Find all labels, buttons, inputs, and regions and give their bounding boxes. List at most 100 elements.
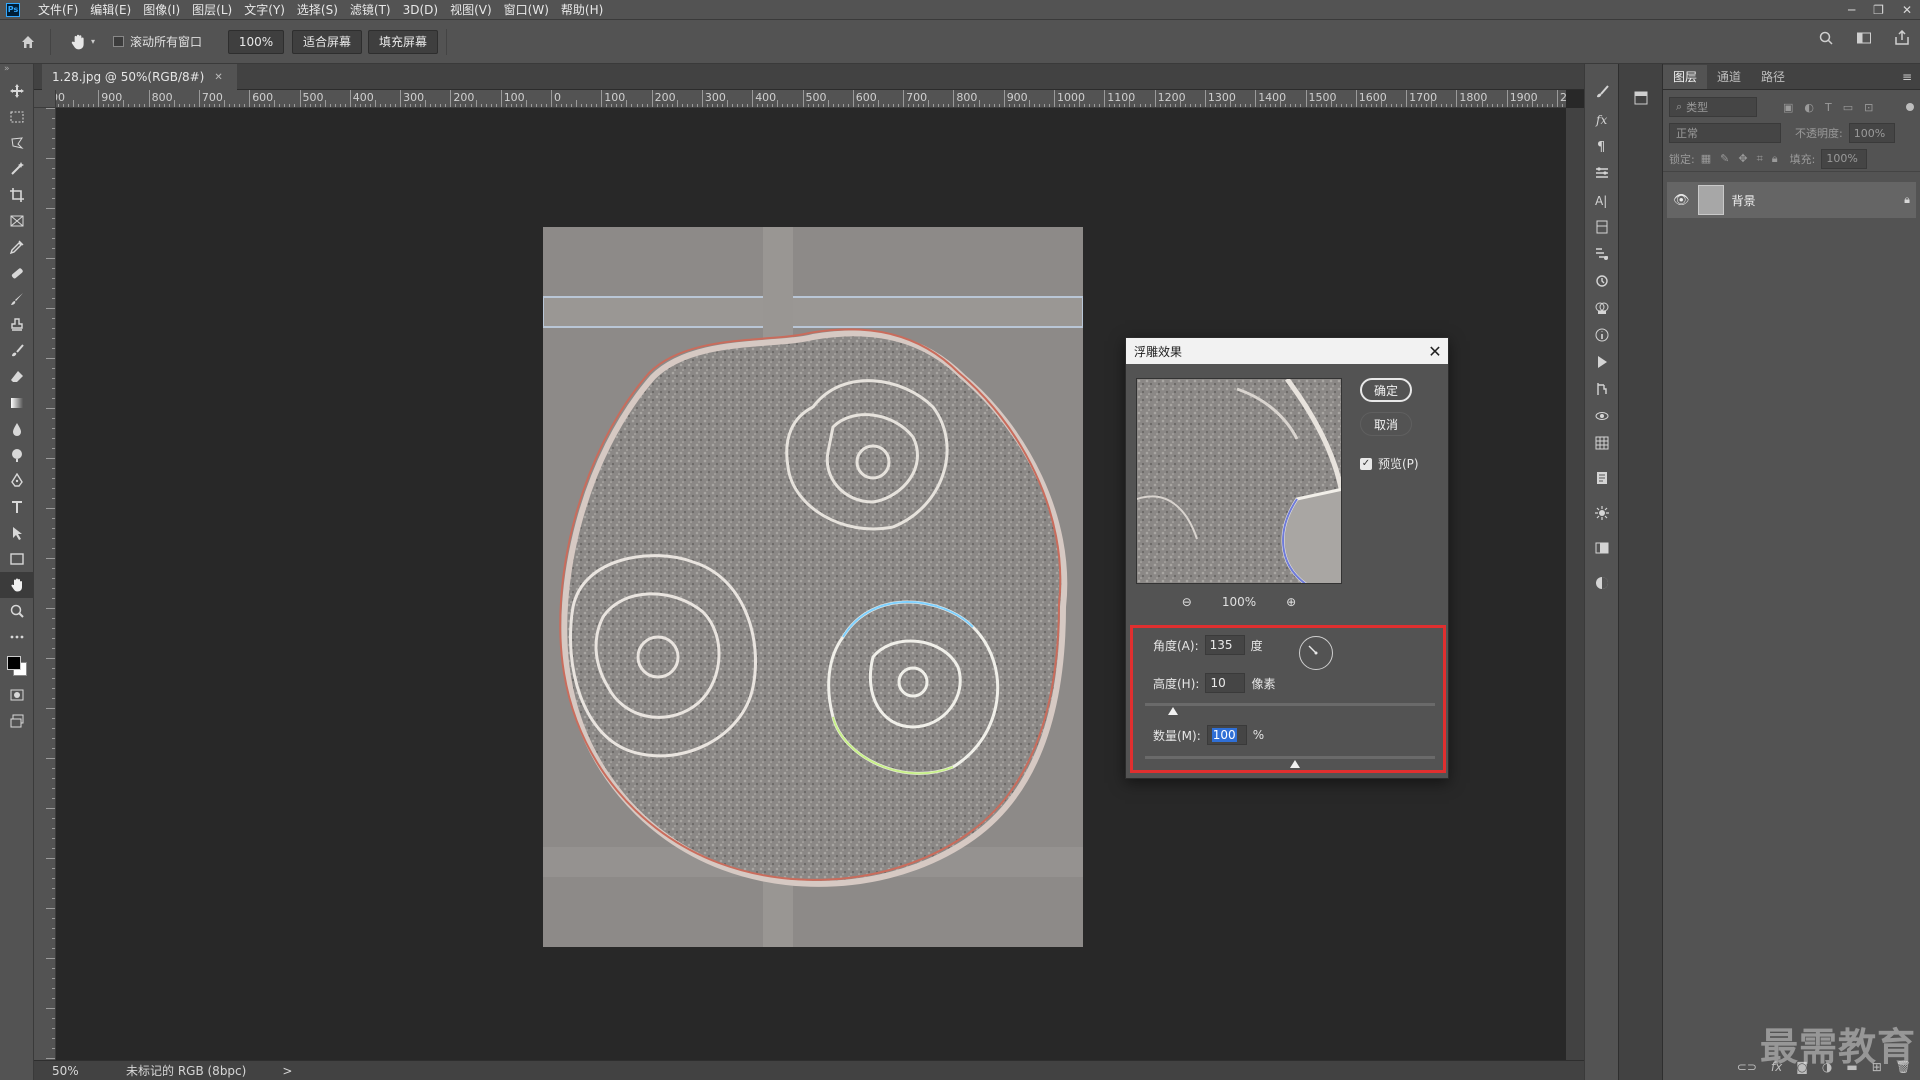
horizontal-ruler[interactable]: 0090080070060050040030020010001002003004… <box>56 90 1566 108</box>
menu-type[interactable]: 文字(Y) <box>238 0 291 20</box>
navigator-icon[interactable] <box>1585 499 1619 526</box>
clone-source-icon[interactable] <box>1585 375 1619 402</box>
frame-tool-icon[interactable] <box>0 208 34 234</box>
layer-filter-select[interactable]: ⌕ 类型 <box>1669 97 1757 117</box>
home-icon[interactable] <box>16 30 40 54</box>
height-slider-thumb[interactable] <box>1168 707 1178 715</box>
opacity-field[interactable]: 100% <box>1848 123 1895 143</box>
angle-dial[interactable] <box>1299 636 1333 670</box>
crop-tool-icon[interactable] <box>0 182 34 208</box>
menu-3d[interactable]: 3D(D) <box>397 0 444 20</box>
amount-slider[interactable] <box>1145 756 1435 759</box>
amount-slider-thumb[interactable] <box>1290 760 1300 768</box>
layer-row-background[interactable]: 👁︎ 背景 🔒︎ <box>1667 182 1916 218</box>
marquee-tool-icon[interactable] <box>0 104 34 130</box>
tool-preset-picker[interactable]: ▾ <box>69 33 95 51</box>
menu-help[interactable]: 帮助(H) <box>555 0 609 20</box>
lock-image-icon[interactable]: ✎ <box>1720 152 1729 166</box>
zoom-100-button[interactable]: 100% <box>228 29 285 54</box>
preview-checkbox[interactable]: ✓ <box>1360 457 1372 470</box>
move-tool-icon[interactable] <box>0 78 34 104</box>
dock-collapse[interactable] <box>1585 64 1618 78</box>
history-brush-icon[interactable] <box>0 338 34 364</box>
eraser-icon[interactable] <box>0 364 34 390</box>
menu-select[interactable]: 选择(S) <box>291 0 344 20</box>
fit-screen-button[interactable]: 适合屏幕 <box>292 29 363 54</box>
lock-artboard-icon[interactable]: ⌗ <box>1757 152 1763 166</box>
magic-wand-icon[interactable] <box>0 156 34 182</box>
actions-play-icon[interactable] <box>1585 348 1619 375</box>
lock-transparent-icon[interactable]: ▦ <box>1701 152 1711 166</box>
document-tab[interactable]: 1.28.jpg @ 50%(RGB/8#) ✕ <box>42 64 237 90</box>
scroll-all-windows-checkbox[interactable] <box>113 36 125 47</box>
zoom-in-icon[interactable]: ⊕ <box>1286 595 1296 609</box>
cancel-button[interactable]: 取消 <box>1360 412 1412 436</box>
status-menu-arrow[interactable]: > <box>282 1064 292 1078</box>
collapse-toolbar-icon[interactable]: » <box>0 64 33 78</box>
zoom-out-icon[interactable]: ⊖ <box>1182 595 1192 609</box>
color-icon[interactable] <box>1585 569 1619 596</box>
character-icon[interactable]: A| <box>1585 186 1619 213</box>
eyedropper-icon[interactable] <box>0 234 34 260</box>
fill-field[interactable]: 100% <box>1821 148 1868 169</box>
3d-icon[interactable] <box>1585 402 1619 429</box>
brush-settings-icon[interactable] <box>1585 78 1619 105</box>
restore-icon[interactable]: ❐ <box>1873 3 1884 17</box>
close-tab-icon[interactable]: ✕ <box>214 72 222 83</box>
amount-input[interactable]: 100 <box>1206 725 1247 745</box>
channels-icon[interactable] <box>1585 294 1619 321</box>
healing-brush-icon[interactable] <box>0 260 34 286</box>
foreground-color-swatch[interactable] <box>7 656 21 670</box>
tab-paths[interactable]: 路径 <box>1751 65 1795 89</box>
ok-button[interactable]: 确定 <box>1360 378 1412 402</box>
libraries-icon[interactable] <box>1585 213 1619 240</box>
visibility-eye-icon[interactable]: 👁︎ <box>1673 193 1690 208</box>
clone-stamp-icon[interactable] <box>0 312 34 338</box>
close-window-icon[interactable]: ✕ <box>1902 3 1912 17</box>
hand-tool-icon[interactable] <box>0 572 34 598</box>
menu-filter[interactable]: 滤镜(T) <box>344 0 397 20</box>
status-zoom[interactable]: 50% <box>52 1064 112 1078</box>
menu-edit[interactable]: 编辑(E) <box>84 0 137 20</box>
fill-screen-button[interactable]: 填充屏幕 <box>368 29 439 54</box>
more-tools-icon[interactable] <box>0 624 34 650</box>
link-layers-icon[interactable]: ⊂⊃ <box>1737 1060 1757 1074</box>
filter-smart-object-icon[interactable]: ⊡ <box>1864 101 1873 114</box>
menu-view[interactable]: 视图(V) <box>444 0 498 20</box>
lasso-tool-icon[interactable] <box>0 130 34 156</box>
document-image[interactable] <box>543 227 1083 947</box>
path-selection-icon[interactable] <box>0 520 34 546</box>
info-icon[interactable] <box>1585 321 1619 348</box>
adjustments-icon[interactable] <box>1585 240 1619 267</box>
quick-mask-icon[interactable] <box>0 682 34 708</box>
filter-pixel-icon[interactable]: ▣ <box>1783 101 1793 114</box>
lock-all-icon[interactable]: 🔒︎ <box>1772 152 1778 166</box>
type-tool-icon[interactable] <box>0 494 34 520</box>
gradient-icon[interactable] <box>0 390 34 416</box>
lock-position-icon[interactable]: ✥ <box>1738 152 1747 166</box>
vertical-ruler[interactable] <box>34 108 56 1060</box>
close-icon[interactable]: ✕ <box>1422 338 1448 364</box>
properties-icon[interactable] <box>1585 159 1619 186</box>
height-slider[interactable] <box>1145 703 1435 706</box>
menu-window[interactable]: 窗口(W) <box>498 0 555 20</box>
layer-comps-icon[interactable] <box>1585 534 1619 561</box>
history-icon[interactable] <box>1585 267 1619 294</box>
rectangle-tool-icon[interactable] <box>0 546 34 572</box>
notes-icon[interactable] <box>1585 464 1619 491</box>
filter-toggle-icon[interactable] <box>1906 103 1914 111</box>
collapsed-panel-icon[interactable] <box>1633 90 1649 106</box>
menu-image[interactable]: 图像(I) <box>137 0 186 20</box>
menu-layer[interactable]: 图层(L) <box>186 0 238 20</box>
menu-file[interactable]: 文件(F) <box>32 0 84 20</box>
share-icon[interactable] <box>1894 30 1910 46</box>
zoom-tool-icon[interactable] <box>0 598 34 624</box>
ruler-origin[interactable] <box>34 90 56 108</box>
panel-menu-icon[interactable]: ≡ <box>1902 65 1912 89</box>
workspace-icon[interactable] <box>1856 30 1872 46</box>
table-grid-icon[interactable] <box>1585 429 1619 456</box>
screen-mode-icon[interactable] <box>0 708 34 734</box>
minimize-icon[interactable]: ─ <box>1848 3 1855 17</box>
filter-preview[interactable] <box>1136 378 1342 584</box>
paragraph-icon[interactable]: ¶ <box>1585 132 1619 159</box>
